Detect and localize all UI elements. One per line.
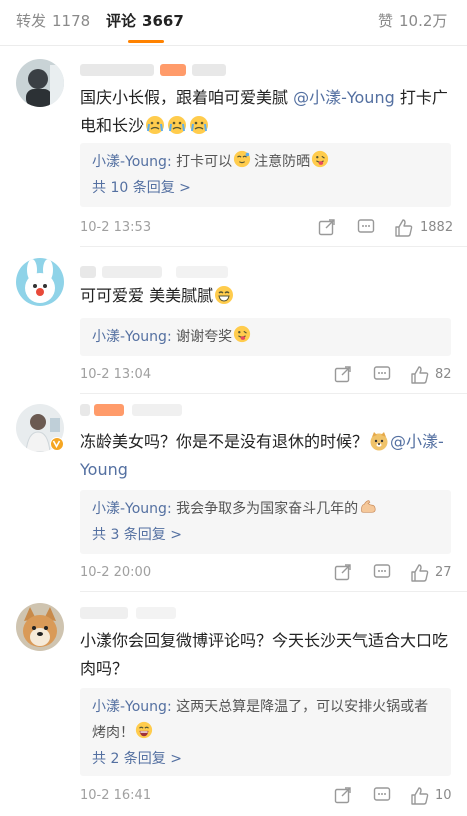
thumbs-up-icon[interactable] — [410, 365, 430, 385]
reply-line: 小漾-Young: 这两天总算是降温了，可以安排火锅或者烤肉！ — [92, 699, 429, 741]
tab-comments-count: 3667 — [142, 12, 184, 30]
laughing-emoji-icon — [135, 721, 155, 741]
tab-comments-label: 评论 — [106, 12, 137, 30]
grin-emoji-icon — [214, 285, 234, 305]
reply-preview[interactable]: 小漾-Young: 这两天总算是降温了，可以安排火锅或者烤肉！ 共 2 条回复 … — [80, 688, 451, 776]
tab-likes[interactable]: 赞 10.2万 — [378, 10, 447, 31]
comment-icon[interactable] — [357, 218, 375, 238]
comment-icon[interactable] — [373, 786, 391, 806]
comment-meta: 10-2 16:41 10 — [80, 786, 452, 806]
tab-reposts-count: 1178 — [52, 12, 91, 30]
like-count: 27 — [435, 565, 452, 580]
divider — [80, 246, 467, 247]
view-replies-link[interactable]: 共 2 条回复 > — [92, 746, 439, 772]
like-count: 82 — [435, 367, 452, 382]
thumbs-up-icon[interactable] — [410, 563, 430, 583]
avatar[interactable] — [16, 59, 64, 107]
divider — [80, 393, 467, 394]
reply-preview[interactable]: 小漾-Young: 谢谢夸奖 — [80, 318, 451, 356]
timestamp: 10-2 20:00 — [80, 565, 152, 580]
muscle-emoji-icon — [359, 497, 379, 517]
share-icon[interactable] — [318, 218, 336, 238]
reply-author[interactable]: 小漾-Young: — [92, 329, 172, 345]
reply-author[interactable]: 小漾-Young: — [92, 154, 172, 170]
comment-meta: 10-2 13:04 82 — [80, 365, 452, 385]
comment-text: 小漾你会回复微博评论吗？今天长沙天气适合大口吃肉吗？ — [80, 631, 449, 678]
reply-line: 小漾-Young: 打卡可以 注意防晒 — [92, 149, 439, 175]
avatar[interactable] — [16, 603, 64, 651]
reply-line: 小漾-Young: 谢谢夸奖 — [92, 324, 439, 350]
comment-meta: 10-2 13:53 1882 — [80, 218, 454, 238]
timestamp: 10-2 16:41 — [80, 788, 152, 803]
crying-emoji-icon — [145, 115, 165, 135]
like-count: 1882 — [420, 220, 454, 235]
tongue-emoji-icon — [311, 150, 331, 170]
tab-likes-label: 赞 — [378, 12, 394, 30]
view-replies-link[interactable]: 共 3 条回复 > — [92, 522, 439, 548]
sweat-emoji-icon — [233, 150, 253, 170]
comment-text: 可可爱爱 美美腻腻 — [80, 282, 452, 310]
share-icon[interactable] — [334, 563, 352, 583]
comment-text: 国庆小长假，跟着咱可爱美腻 @小漾-Young 打卡广电和长沙 — [80, 88, 448, 135]
share-icon[interactable] — [334, 365, 352, 385]
comment-meta: 10-2 20:00 27 — [80, 563, 452, 583]
tab-comments[interactable]: 评论 3667 — [106, 10, 184, 31]
crying-emoji-icon — [167, 115, 187, 135]
reply-preview[interactable]: 小漾-Young: 我会争取多为国家奋斗几年的 共 3 条回复 > — [80, 490, 451, 554]
mention-link[interactable]: @小漾-Young — [293, 88, 395, 107]
tab-reposts[interactable]: 转发 1178 — [16, 10, 90, 31]
tab-reposts-label: 转发 — [16, 12, 47, 30]
reply-preview[interactable]: 小漾-Young: 打卡可以 注意防晒 共 10 条回复 > — [80, 143, 451, 207]
thumbs-up-icon[interactable] — [410, 786, 430, 806]
comment-icon[interactable] — [373, 563, 391, 583]
comment-tab-bar: 转发 1178 评论 3667 赞 10.2万 — [0, 0, 467, 46]
comment-text: 冻龄美女吗？你是不是没有退休的时候？ @小漾-Young — [80, 431, 444, 479]
doge-emoji-icon — [369, 431, 389, 451]
share-icon[interactable] — [334, 786, 352, 806]
view-replies-link[interactable]: 共 10 条回复 > — [92, 175, 439, 201]
reply-line: 小漾-Young: 我会争取多为国家奋斗几年的 — [92, 496, 439, 522]
avatar[interactable] — [16, 258, 64, 306]
tab-likes-count: 10.2万 — [399, 12, 448, 30]
reply-author[interactable]: 小漾-Young: — [92, 501, 172, 517]
like-count: 10 — [435, 788, 452, 803]
tongue-emoji-icon — [233, 325, 253, 345]
thumbs-up-icon[interactable] — [394, 218, 414, 238]
verified-badge-icon — [50, 437, 64, 451]
timestamp: 10-2 13:53 — [80, 220, 152, 235]
timestamp: 10-2 13:04 — [80, 367, 152, 382]
reply-author[interactable]: 小漾-Young: — [92, 699, 172, 715]
comment-icon[interactable] — [373, 365, 391, 385]
divider — [80, 591, 467, 592]
crying-emoji-icon — [189, 115, 209, 135]
active-tab-indicator — [128, 40, 164, 43]
